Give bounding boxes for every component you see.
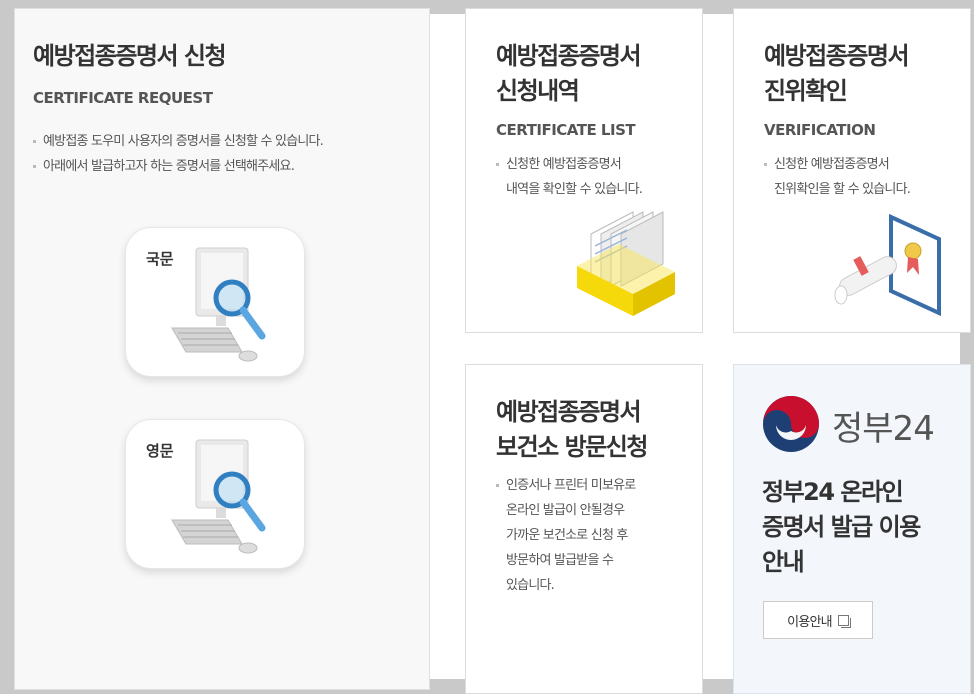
list-description: 신청한 예방접종증명서 내역을 확인할 수 있습니다.: [496, 152, 643, 202]
request-title: 예방접종증명서 신청: [33, 42, 227, 70]
english-certificate-button[interactable]: 영문: [125, 419, 305, 569]
new-window-icon: [837, 614, 851, 628]
certificate-menu-panel: 예방접종증명서 신청 CERTIFICATE REQUEST 예방접종 도우미 …: [14, 8, 971, 694]
korean-certificate-button[interactable]: 국문: [125, 227, 305, 377]
health-center-visit-card[interactable]: 예방접종증명서 보건소 방문신청 인증서나 프린터 미보유로 온라인 발급이 안…: [465, 364, 703, 694]
computer-magnifier-icon: [171, 439, 266, 554]
request-subtitle: CERTIFICATE REQUEST: [33, 89, 213, 107]
verify-subtitle: VERIFICATION: [764, 121, 876, 139]
usage-guide-button[interactable]: 이용안내: [763, 601, 873, 639]
certificate-scroll-icon: [834, 213, 941, 317]
certificate-list-card[interactable]: 예방접종증명서 신청내역 CERTIFICATE LIST 신청한 예방접종증명…: [465, 8, 703, 333]
list-title: 예방접종증명서 신청내역: [496, 42, 642, 105]
certificate-request-card: 예방접종증명서 신청 CERTIFICATE REQUEST 예방접종 도우미 …: [14, 8, 430, 690]
request-desc-line: 아래에서 발급하고자 하는 증명서를 선택해주세요.: [33, 154, 323, 179]
request-description: 예방접종 도우미 사용자의 증명서를 신청할 수 있습니다. 아래에서 발급하고…: [33, 129, 324, 179]
request-desc-line: 예방접종 도우미 사용자의 증명서를 신청할 수 있습니다.: [33, 129, 324, 154]
verify-description: 신청한 예방접종증명서 진위확인을 할 수 있습니다.: [764, 152, 911, 202]
gov24-guide-card: 정부24 정부24 온라인 증명서 발급 이용 안내 이용안내: [733, 364, 971, 694]
list-subtitle: CERTIFICATE LIST: [496, 121, 636, 139]
gov24-taegeuk-logo-icon: [763, 396, 819, 452]
verification-card[interactable]: 예방접종증명서 진위확인 VERIFICATION 신청한 예방접종증명서 진위…: [733, 8, 971, 333]
gov24-brand: 정부24: [832, 409, 935, 449]
verify-title: 예방접종증명서 진위확인: [764, 42, 910, 105]
visit-description: 인증서나 프린터 미보유로 온라인 발급이 안될경우 가까운 보건소로 신청 후…: [496, 473, 636, 598]
gov24-title: 정부24 온라인 증명서 발급 이용 안내: [762, 478, 921, 576]
computer-magnifier-icon: [171, 247, 266, 362]
visit-title: 예방접종증명서 보건소 방문신청: [496, 398, 648, 461]
document-folder-icon: [577, 211, 675, 316]
usage-guide-label: 이용안내: [787, 614, 832, 630]
